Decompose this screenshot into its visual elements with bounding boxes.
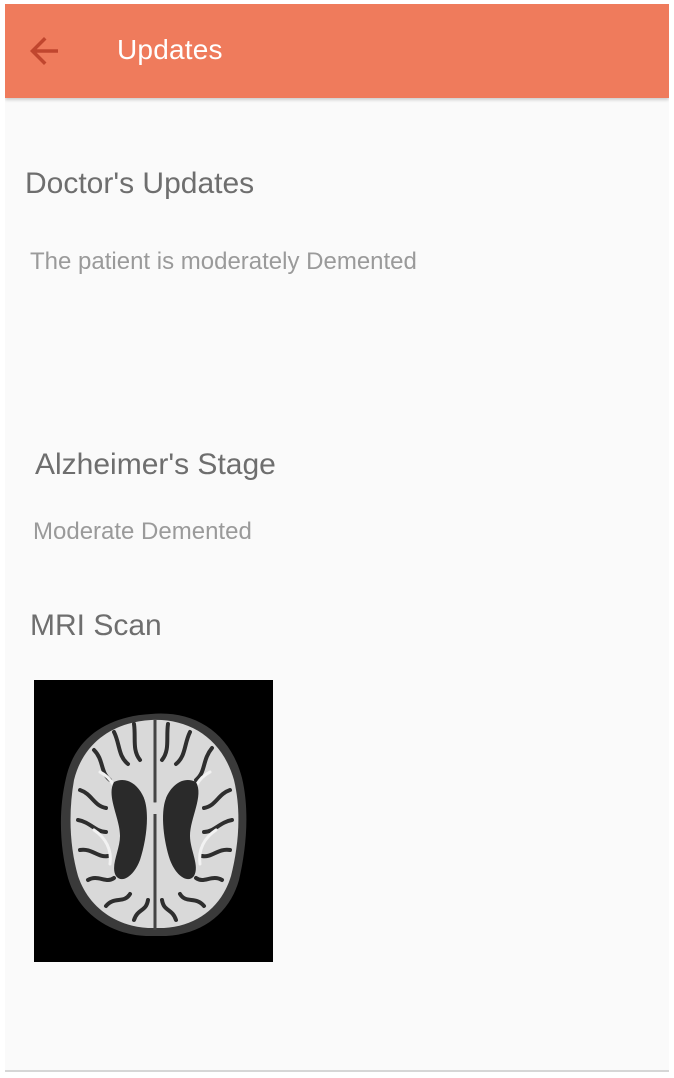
back-button[interactable] [23,30,65,72]
alzheimers-stage-heading: Alzheimer's Stage [35,448,276,481]
updates-screen: Updates Doctor's Updates The patient is … [5,4,669,1072]
mri-scan-image [34,680,273,962]
app-bar: Updates [5,4,669,98]
mri-scan-heading: MRI Scan [30,609,162,642]
doctor-updates-heading: Doctor's Updates [25,167,255,200]
arrow-left-icon [30,37,58,65]
page-title: Updates [117,34,223,65]
doctor-updates-message: The patient is moderately Demented [30,248,417,275]
alzheimers-stage-value: Moderate Demented [33,518,252,545]
